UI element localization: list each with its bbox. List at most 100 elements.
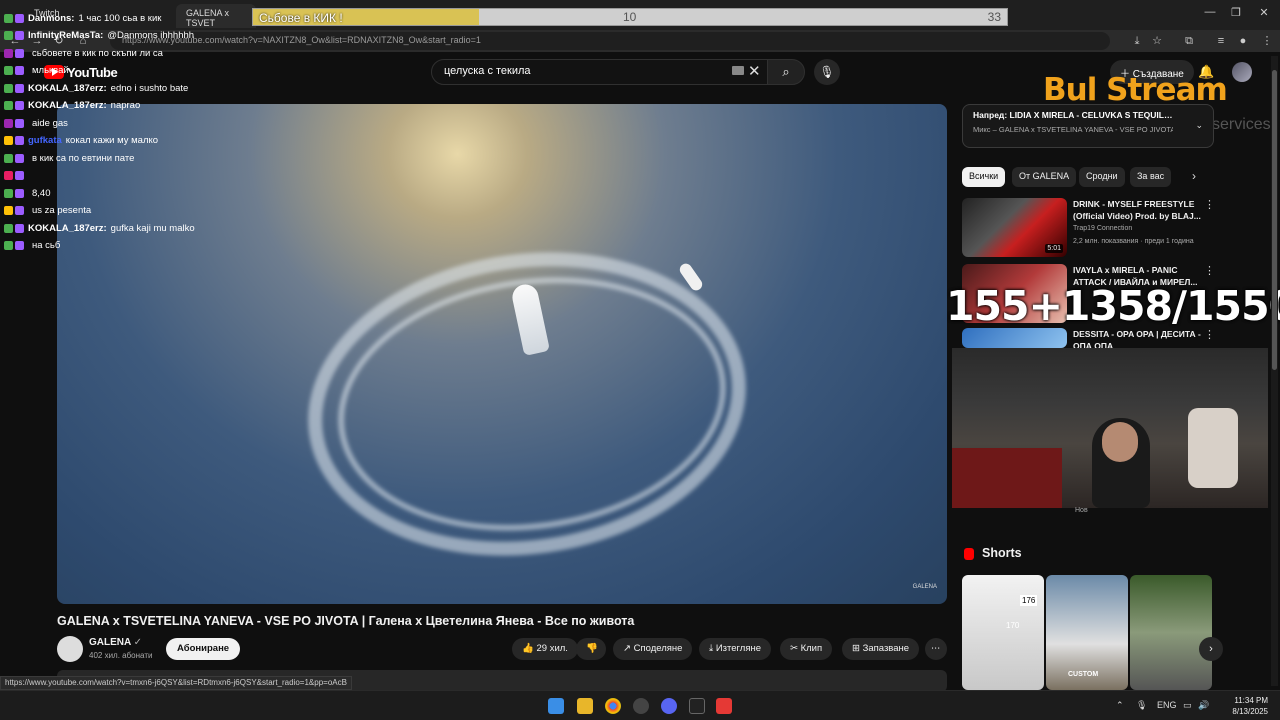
chip-for-you[interactable]: За вас — [1130, 167, 1172, 187]
chat-badge-icon — [4, 83, 13, 93]
app-icon[interactable] — [716, 698, 732, 714]
extensions-icon[interactable]: ⧉ — [1182, 34, 1196, 48]
short-item[interactable] — [1130, 575, 1212, 690]
chip-all[interactable]: Всички — [962, 167, 1006, 187]
chat-text: на сьб — [32, 240, 61, 251]
more-vert-icon[interactable]: ⋮ — [1204, 198, 1215, 211]
chat-message: сьбовете в кик по скъпи ли са — [4, 45, 163, 61]
vote-label: Сьбове в КИК ! — [259, 11, 343, 25]
save-button[interactable]: ⊞ Запазване — [842, 638, 920, 660]
clock[interactable]: 11:34 PM 8/13/2025 — [1232, 695, 1268, 717]
chat-badge-icon — [4, 13, 13, 23]
chat-text: 8,40 — [32, 187, 51, 199]
like-button[interactable]: 👍 29 хил. — [512, 638, 578, 660]
obs-icon[interactable] — [633, 698, 649, 714]
terminal-icon[interactable] — [689, 698, 705, 714]
chevron-right-icon[interactable]: › — [1192, 169, 1196, 183]
tab-youtube[interactable]: GALENA x TSVET — [176, 4, 256, 28]
recommendation-item[interactable]: DESSITA - OPA OPA | ДЕСИТА - ОПА ОПА ⋮ — [962, 328, 1262, 351]
mic-tray-icon[interactable]: 🎙 — [1136, 700, 1147, 711]
voice-search-button[interactable]: 🎙 — [814, 59, 840, 85]
shorts-title: Shorts — [982, 546, 1022, 560]
chip-from-galena[interactable]: От GALENA — [1012, 167, 1077, 187]
video-thumbnail — [962, 328, 1067, 348]
chat-username[interactable]: KOKALA_187erz: — [28, 83, 107, 94]
chat-message: мльквай — [4, 63, 69, 79]
clip-button[interactable]: ✂ Клип — [780, 638, 833, 660]
save-icon: ⊞ — [852, 643, 860, 654]
recommendation-item[interactable]: 5:01 DRINK - MYSELF FREESTYLE (Official … — [962, 198, 1262, 258]
chat-text: naprao — [110, 100, 141, 111]
chat-username[interactable]: gufkata — [28, 135, 62, 146]
chat-badge-icon — [15, 223, 24, 233]
chat-badge-icon — [15, 153, 24, 163]
minimize-icon[interactable]: — — [1198, 6, 1222, 18]
chrome-icon[interactable] — [605, 698, 621, 714]
chat-text: сьбовете в кик по скъпи ли са — [32, 47, 163, 59]
chat-username[interactable]: InfinityReMasTa: — [28, 30, 103, 41]
keyboard-icon[interactable] — [732, 66, 744, 75]
dislike-button[interactable]: 👎 — [576, 638, 606, 660]
more-vert-icon[interactable]: ⋮ — [1204, 264, 1215, 277]
volume-icon[interactable]: 🔊 — [1198, 700, 1209, 711]
video-player[interactable]: GALENA — [57, 104, 947, 604]
clear-search-icon[interactable]: ✕ — [748, 62, 761, 80]
language-indicator[interactable]: ENG — [1157, 700, 1177, 710]
menu-icon[interactable]: ⋮ — [1260, 34, 1274, 48]
channel-name[interactable]: GALENA ✓ — [89, 637, 142, 648]
tray-chevron-icon[interactable]: ⌃ — [1116, 700, 1124, 711]
clock-date: 8/13/2025 — [1232, 707, 1268, 716]
chat-username[interactable]: Danmons: — [28, 13, 74, 24]
subscribe-button[interactable]: Абониране — [166, 638, 241, 660]
mic-icon: 🎙 — [819, 65, 835, 79]
profile-icon[interactable]: ● — [1236, 34, 1250, 48]
short-item[interactable]: 176 170 — [962, 575, 1044, 690]
tab-label: GALENA x TSVET — [186, 8, 230, 28]
vote-progress-bar: Сьбове в КИК ! 10 33 — [252, 8, 1008, 26]
status-url: https://www.youtube.com/watch?v=tmxn6-j6… — [0, 676, 352, 690]
chat-message: us za pesenta — [4, 203, 91, 219]
chat-badge-icon — [15, 101, 24, 110]
search-input[interactable]: целуска с текила — [431, 59, 768, 85]
chat-badge-icon — [15, 83, 24, 93]
chip-related[interactable]: Сродни — [1079, 167, 1125, 187]
verified-icon: ✓ — [133, 637, 143, 648]
download-button[interactable]: ⤓ Изтегляне — [699, 638, 772, 660]
streamer-face — [1102, 422, 1138, 462]
avatar[interactable] — [1232, 62, 1252, 82]
download-icon: ⤓ — [709, 643, 714, 654]
discord-icon[interactable] — [661, 698, 677, 714]
channel-avatar[interactable] — [57, 636, 83, 662]
network-icon[interactable]: ▭ — [1183, 700, 1192, 711]
windows-start-icon[interactable] — [548, 698, 564, 714]
bookmark-star-icon[interactable]: ☆ — [1150, 34, 1164, 48]
thumbs-up-icon: 👍 — [522, 643, 534, 654]
chat-username[interactable]: KOKALA_187erz: — [28, 223, 107, 234]
address-bar[interactable]: https://www.youtube.com/watch?v=NAXITZN8… — [110, 32, 1110, 50]
chat-badge-icon — [4, 223, 13, 233]
file-explorer-icon[interactable] — [577, 698, 593, 714]
search-button[interactable]: ⌕ — [767, 59, 805, 85]
short-label: CUSTOM — [1068, 671, 1099, 678]
chat-badge-icon — [15, 118, 24, 128]
more-actions-button[interactable]: ⋯ — [925, 638, 947, 660]
recommendation-title: DRINK - MYSELF FREESTYLE (Official Video… — [1073, 199, 1201, 221]
close-icon[interactable]: ✕ — [1252, 6, 1276, 19]
short-item[interactable]: CUSTOM — [1046, 575, 1128, 690]
reading-list-icon[interactable]: ≡ — [1214, 34, 1228, 48]
video-watermark: GALENA — [912, 584, 937, 590]
chat-badge-icon — [4, 118, 13, 128]
chevron-down-icon[interactable]: ⌄ — [1195, 120, 1203, 131]
red-floor — [952, 448, 1062, 508]
shorts-next-button[interactable]: › — [1199, 637, 1223, 661]
share-button[interactable]: ↗ Споделяне — [613, 638, 693, 660]
chat-badge-icon — [4, 31, 13, 40]
chat-username[interactable]: KOKALA_187erz: — [28, 100, 107, 111]
maximize-icon[interactable]: ❐ — [1224, 6, 1248, 19]
chat-badge-icon — [4, 188, 13, 198]
install-icon[interactable]: ⤓ — [1130, 34, 1144, 48]
playlist-panel[interactable]: Напред: LIDIA X MIRELA - CELUVKA S TEQUI… — [962, 104, 1214, 148]
webcam-tag: Нов — [1075, 507, 1088, 514]
scissors-icon: ✂ — [790, 643, 798, 654]
scrollbar-thumb[interactable] — [1272, 70, 1277, 370]
